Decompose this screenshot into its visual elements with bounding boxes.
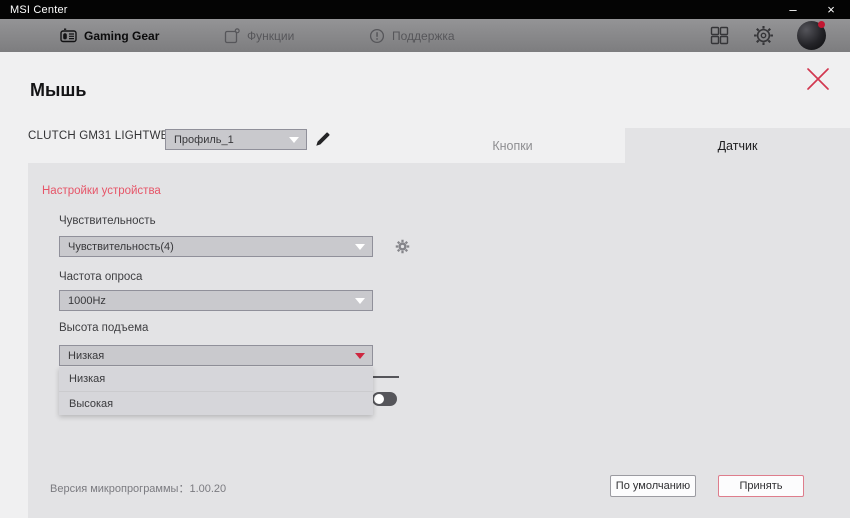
features-icon xyxy=(224,28,240,44)
settings-button[interactable] xyxy=(753,19,774,52)
avatar-image xyxy=(797,21,826,50)
chevron-down-icon xyxy=(289,137,299,143)
liftoff-label: Высота подъема xyxy=(59,322,148,334)
section-title: Настройки устройства xyxy=(42,185,161,197)
profile-dropdown-value: Профиль_1 xyxy=(174,134,234,146)
nav-item-gaming-gear[interactable]: Gaming Gear xyxy=(60,19,159,52)
liftoff-dropdown[interactable]: Низкая xyxy=(59,345,373,366)
slider-fragment xyxy=(373,376,399,378)
chevron-down-icon xyxy=(355,244,365,250)
sensor-settings-panel: Настройки устройства Чувствительность Чу… xyxy=(28,163,850,518)
nav-item-label: Поддержка xyxy=(392,29,455,43)
pencil-icon xyxy=(314,130,332,148)
sensitivity-settings-button[interactable] xyxy=(392,236,412,256)
toggle-knob xyxy=(374,394,384,404)
gear-icon xyxy=(753,25,774,46)
app-title: MSI Center xyxy=(10,4,68,16)
apps-grid-icon xyxy=(710,26,729,45)
chevron-down-icon xyxy=(355,298,365,304)
liftoff-option-low[interactable]: Низкая xyxy=(59,367,373,391)
polling-rate-dropdown-value: 1000Hz xyxy=(68,295,106,307)
tab-buttons[interactable]: Кнопки xyxy=(400,128,625,163)
default-button[interactable]: По умолчанию xyxy=(610,475,696,497)
gear-icon xyxy=(395,239,410,254)
titlebar: MSI Center – × xyxy=(0,0,850,19)
minimize-button[interactable]: – xyxy=(774,0,812,19)
nav-item-support[interactable]: Поддержка xyxy=(369,19,455,52)
nav-item-functions[interactable]: Функции xyxy=(224,19,294,52)
main-navbar: Gaming Gear Функции Поддержка xyxy=(0,19,850,52)
apply-button[interactable]: Принять xyxy=(718,475,804,497)
sensitivity-dropdown[interactable]: Чувствительность(4) xyxy=(59,236,373,257)
user-avatar[interactable] xyxy=(797,19,826,52)
tab-label: Датчик xyxy=(718,139,758,153)
edit-profile-button[interactable] xyxy=(312,128,334,150)
close-button[interactable]: × xyxy=(812,0,850,19)
liftoff-option-high[interactable]: Высокая xyxy=(59,391,373,415)
nav-item-label: Gaming Gear xyxy=(84,29,159,43)
notification-dot xyxy=(818,21,825,28)
tab-label: Кнопки xyxy=(492,139,532,153)
sensitivity-label: Чувствительность xyxy=(59,215,156,227)
msi-center-window: MSI Center – × Gaming Gear xyxy=(0,0,850,518)
support-icon xyxy=(369,28,385,44)
profile-dropdown[interactable]: Профиль_1 xyxy=(165,129,307,150)
polling-rate-label: Частота опроса xyxy=(59,271,142,283)
dialog-close-icon[interactable] xyxy=(804,65,832,93)
page-title: Мышь xyxy=(30,80,86,101)
gaming-gear-icon xyxy=(60,28,77,43)
firmware-version: Версия микропрограммы：1.00.20 xyxy=(50,480,226,496)
chevron-down-icon xyxy=(355,353,365,359)
liftoff-dropdown-value: Низкая xyxy=(68,350,104,362)
tab-sensor[interactable]: Датчик xyxy=(625,128,850,163)
nav-item-label: Функции xyxy=(247,29,294,43)
liftoff-options-list: Низкая Высокая xyxy=(59,367,373,415)
apps-grid-button[interactable] xyxy=(710,19,729,52)
toggle-switch[interactable] xyxy=(372,392,397,406)
sensitivity-dropdown-value: Чувствительность(4) xyxy=(68,241,174,253)
polling-rate-dropdown[interactable]: 1000Hz xyxy=(59,290,373,311)
window-controls: – × xyxy=(774,0,850,19)
